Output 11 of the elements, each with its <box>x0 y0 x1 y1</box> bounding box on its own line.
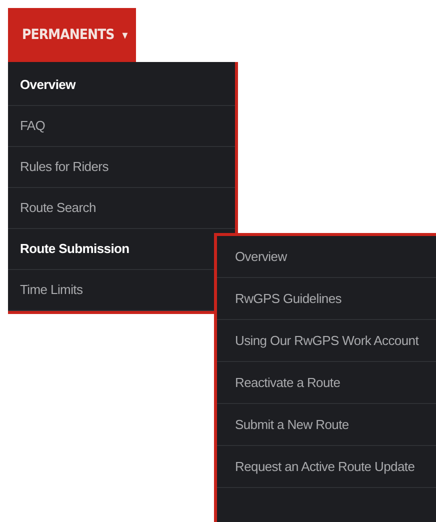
menu-item[interactable]: Overview <box>8 65 235 106</box>
submenu-item[interactable]: Using Our RwGPS Work Account <box>217 320 436 362</box>
menu-button[interactable]: PERMANENTS ▾ <box>8 8 136 62</box>
submenu-item[interactable]: Submit a New Route <box>217 404 436 446</box>
menu-item[interactable]: Rules for Riders <box>8 147 235 188</box>
menu-item[interactable]: Route Search <box>8 188 235 229</box>
submenu-item[interactable]: Overview <box>217 236 436 278</box>
submenu-item[interactable]: Request an Active Route Update <box>217 446 436 488</box>
submenu-item[interactable]: Reactivate a Route <box>217 362 436 404</box>
menu-item[interactable]: FAQ <box>8 106 235 147</box>
submenu-item[interactable]: RwGPS Guidelines <box>217 278 436 320</box>
